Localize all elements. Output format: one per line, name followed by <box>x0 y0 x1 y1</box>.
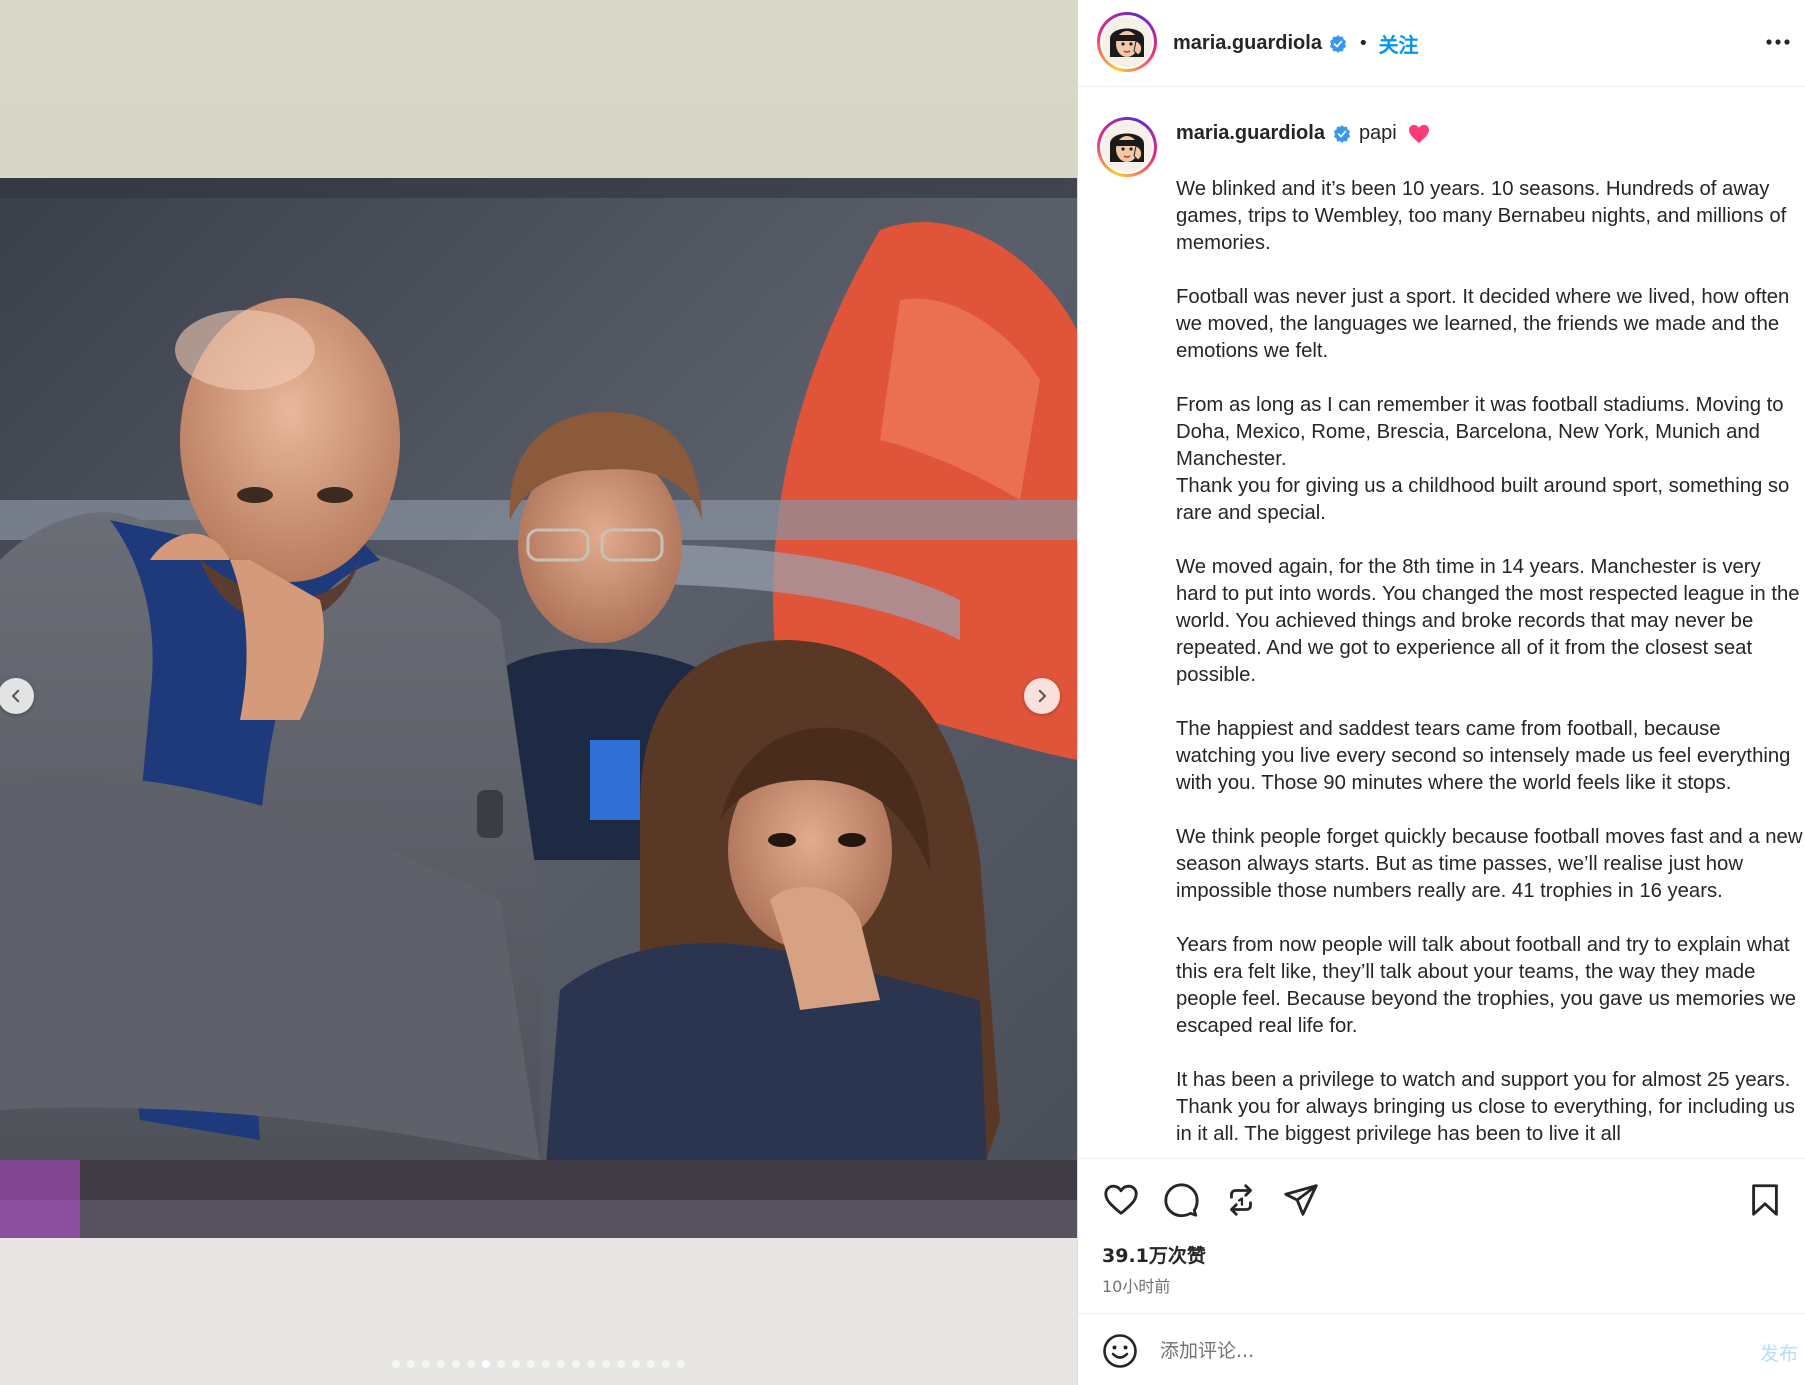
carousel-dot <box>392 1360 400 1368</box>
carousel-dot <box>512 1360 520 1368</box>
caption-paragraph: Years from now people will talk about fo… <box>1176 934 1797 1037</box>
carousel-dot <box>557 1360 565 1368</box>
post-timestamp[interactable]: 10小时前 <box>1102 1273 1170 1297</box>
verified-badge-icon <box>1333 124 1350 143</box>
caption-tag: papi <box>1358 122 1397 144</box>
like-button[interactable] <box>1102 1181 1140 1219</box>
carousel-dot <box>602 1360 610 1368</box>
more-options-icon[interactable] <box>1764 30 1792 54</box>
carousel-dot <box>527 1360 535 1368</box>
carousel-dot <box>662 1360 670 1368</box>
avatar-image <box>1102 122 1152 172</box>
post-actions: 39.1万次赞 10小时前 <box>1078 1158 1805 1313</box>
emoji-button[interactable] <box>1102 1333 1138 1369</box>
post-photo <box>0 0 1077 1385</box>
carousel-dot <box>677 1360 685 1368</box>
comment-icon <box>1164 1183 1199 1218</box>
carousel-dot <box>497 1360 505 1368</box>
post-side-panel: maria.guardiola • 关注 maria.guardiola pap… <box>1077 0 1805 1385</box>
comment-composer: 发布 <box>1078 1313 1805 1385</box>
follow-button[interactable]: 关注 <box>1379 29 1419 58</box>
chevron-left-icon <box>12 689 20 703</box>
caption-header: maria.guardiola papi <box>1176 122 1430 145</box>
emoji-icon <box>1103 1334 1137 1368</box>
caption-paragraph: Football was never just a sport. It deci… <box>1176 286 1790 362</box>
carousel-dot <box>587 1360 595 1368</box>
heart-icon <box>1104 1184 1138 1215</box>
carousel-dot <box>437 1360 445 1368</box>
carousel-dot <box>467 1360 475 1368</box>
share-icon <box>1284 1184 1318 1216</box>
caption-text: We blinked and it’s been 10 years. 10 se… <box>1176 176 1804 1158</box>
caption-username[interactable]: maria.guardiola <box>1176 122 1325 145</box>
avatar-image <box>1102 17 1152 67</box>
carousel-dot <box>452 1360 460 1368</box>
media-panel <box>0 0 1077 1385</box>
bookmark-icon <box>1752 1184 1778 1216</box>
caption-paragraph: We moved again, for the 8th time in 14 y… <box>1176 556 1800 686</box>
header-separator: • <box>1357 33 1369 54</box>
carousel-dot <box>632 1360 640 1368</box>
carousel-dot-active <box>482 1360 490 1368</box>
repost-icon <box>1230 1184 1252 1216</box>
comment-input[interactable] <box>1160 1334 1680 1368</box>
carousel-dot <box>422 1360 430 1368</box>
header-username[interactable]: maria.guardiola <box>1173 32 1322 55</box>
carousel-dot <box>572 1360 580 1368</box>
repost-button[interactable] <box>1222 1181 1260 1219</box>
carousel-indicator <box>0 1360 1077 1368</box>
caption-paragraph: We blinked and it’s been 10 years. 10 se… <box>1176 178 1787 254</box>
caption-paragraph: From as long as I can remember it was fo… <box>1176 394 1790 524</box>
save-button[interactable] <box>1746 1181 1784 1219</box>
caption-avatar[interactable] <box>1097 117 1157 177</box>
caption-paragraph: It has been a privilege to watch and sup… <box>1176 1069 1795 1145</box>
post-header: maria.guardiola • 关注 <box>1078 0 1805 87</box>
chevron-right-icon <box>1038 689 1046 703</box>
pink-heart-icon <box>1408 124 1429 143</box>
carousel-dot <box>647 1360 655 1368</box>
comments-area[interactable]: maria.guardiola papi We blinked and it’s… <box>1078 88 1805 1158</box>
avatar[interactable] <box>1097 12 1157 72</box>
share-button[interactable] <box>1282 1181 1320 1219</box>
post-viewer: maria.guardiola • 关注 maria.guardiola pap… <box>0 0 1805 1385</box>
caption-paragraph: We think people forget quickly because f… <box>1176 826 1803 902</box>
like-count[interactable]: 39.1万次赞 <box>1102 1241 1206 1268</box>
verified-badge-icon <box>1329 34 1346 53</box>
carousel-dot <box>542 1360 550 1368</box>
next-slide-button[interactable] <box>1024 678 1060 714</box>
carousel-dot <box>617 1360 625 1368</box>
carousel-dot <box>407 1360 415 1368</box>
comment-button[interactable] <box>1162 1181 1200 1219</box>
caption-paragraph: The happiest and saddest tears came from… <box>1176 718 1791 794</box>
post-comment-button[interactable]: 发布 <box>1760 1339 1798 1366</box>
